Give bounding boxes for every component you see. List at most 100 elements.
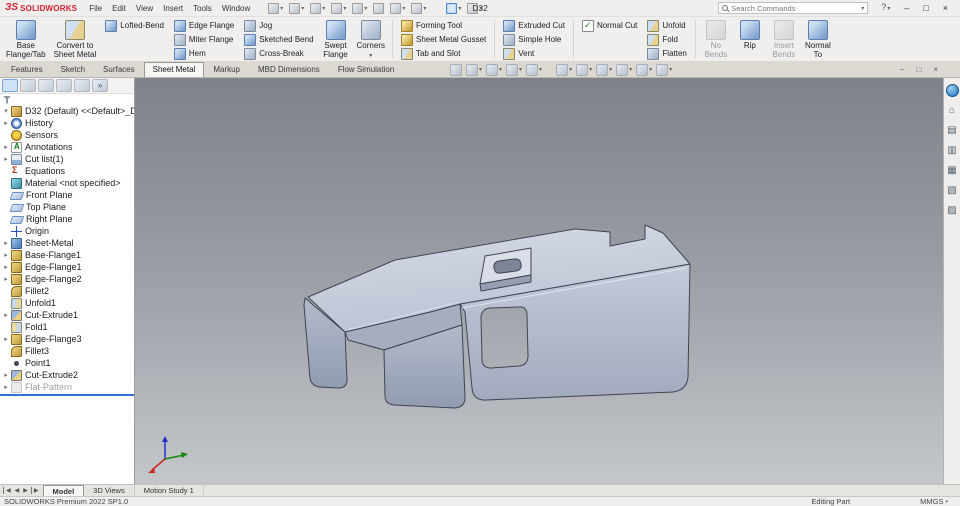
edge-flange-button[interactable]: Edge Flange bbox=[171, 19, 237, 32]
zoom-area-icon[interactable] bbox=[466, 63, 482, 76]
open-doc-icon[interactable] bbox=[289, 2, 304, 14]
bottom-tab[interactable]: 3D Views bbox=[84, 485, 135, 496]
filter-funnel-icon[interactable] bbox=[3, 95, 11, 104]
corners-button[interactable]: Corners bbox=[353, 18, 389, 62]
doc-restore-icon[interactable]: □ bbox=[912, 62, 925, 77]
insert-bends-button[interactable]: Insert Bends bbox=[767, 18, 801, 61]
bottom-tab[interactable]: Model bbox=[42, 485, 85, 496]
command-tab[interactable]: Sketch bbox=[52, 62, 94, 77]
expand-arrow-icon[interactable] bbox=[2, 119, 10, 127]
flatten-button[interactable]: Flatten bbox=[644, 47, 689, 60]
sheet-metal-part[interactable] bbox=[135, 78, 943, 484]
feature-tree-item[interactable]: Annotations bbox=[0, 141, 134, 153]
close-icon[interactable]: × bbox=[936, 0, 955, 16]
bottom-tab[interactable]: Motion Study 1 bbox=[135, 485, 204, 496]
view-settings-icon[interactable] bbox=[656, 63, 672, 76]
help-icon[interactable]: ? bbox=[874, 0, 897, 17]
menu-item[interactable]: Insert bbox=[158, 2, 188, 15]
feature-tree-item[interactable]: Point1 bbox=[0, 357, 134, 369]
minimize-icon[interactable]: – bbox=[897, 0, 916, 16]
hem-button[interactable]: Hem bbox=[171, 47, 237, 60]
search-dropdown-icon[interactable]: ▾ bbox=[861, 5, 864, 12]
forming-tool-button[interactable]: Forming Tool bbox=[398, 19, 489, 32]
menu-item[interactable]: Edit bbox=[107, 2, 131, 15]
extruded-cut-button[interactable]: Extruded Cut bbox=[500, 19, 568, 32]
feature-tree-item[interactable]: Fillet3 bbox=[0, 345, 134, 357]
feature-tree-item[interactable]: Edge-Flange2 bbox=[0, 273, 134, 285]
base-flange-button[interactable]: Base Flange/Tab bbox=[2, 18, 50, 61]
menu-item[interactable]: Tools bbox=[188, 2, 217, 15]
feature-tree-item[interactable]: Cut-Extrude2 bbox=[0, 369, 134, 381]
command-tab[interactable]: Sheet Metal bbox=[143, 62, 205, 77]
command-tab[interactable]: Markup bbox=[204, 62, 249, 77]
home-icon[interactable]: ⌂ bbox=[946, 104, 959, 117]
expand-arrow-icon[interactable] bbox=[2, 335, 10, 343]
save-icon[interactable] bbox=[310, 2, 325, 14]
display-style-icon[interactable] bbox=[576, 63, 592, 76]
lofted-bend-button[interactable]: Lofted-Bend bbox=[102, 19, 167, 32]
options-icon[interactable] bbox=[411, 2, 426, 14]
feature-tree-item[interactable]: Top Plane bbox=[0, 201, 134, 213]
doc-minimize-icon[interactable]: – bbox=[896, 62, 908, 77]
doc-close-icon[interactable]: × bbox=[929, 62, 942, 77]
configurationmanager-tab-icon[interactable] bbox=[38, 79, 54, 92]
expand-arrow-icon[interactable] bbox=[2, 107, 10, 115]
file-explorer-icon[interactable]: ▥ bbox=[946, 144, 959, 157]
dynamic-annotation-icon[interactable] bbox=[526, 63, 542, 76]
design-library-icon[interactable]: ▤ bbox=[946, 124, 959, 137]
cross-break-button[interactable]: Cross-Break bbox=[241, 47, 316, 60]
edit-appearance-icon[interactable] bbox=[616, 63, 632, 76]
feature-tree-item[interactable]: Right Plane bbox=[0, 213, 134, 225]
view-palette-icon[interactable]: ▦ bbox=[946, 164, 959, 177]
jog-button[interactable]: Jog bbox=[241, 19, 316, 32]
maximize-icon[interactable]: □ bbox=[916, 0, 935, 16]
select-tool-icon[interactable] bbox=[446, 2, 461, 14]
custom-properties-icon[interactable]: ▨ bbox=[946, 204, 959, 217]
expand-arrow-icon[interactable] bbox=[2, 143, 10, 151]
print-icon[interactable] bbox=[331, 2, 346, 14]
sketched-bend-button[interactable]: Sketched Bend bbox=[241, 33, 316, 46]
search-commands-box[interactable]: ▾ bbox=[718, 2, 869, 14]
solidworks-resources-icon[interactable] bbox=[945, 84, 959, 97]
normal-cut-button[interactable]: Normal Cut bbox=[579, 19, 640, 32]
sheet-metal-gusset-button[interactable]: Sheet Metal Gusset bbox=[398, 33, 489, 46]
feature-tree-root[interactable]: D32 (Default) <<Default>_Display St bbox=[0, 105, 134, 117]
corners-dropdown-icon[interactable] bbox=[369, 50, 372, 59]
fold-button[interactable]: Fold bbox=[644, 33, 689, 46]
feature-tree-item[interactable]: Cut-Extrude1 bbox=[0, 309, 134, 321]
undo-icon[interactable] bbox=[352, 2, 367, 14]
new-doc-icon[interactable] bbox=[268, 2, 283, 14]
redo-icon[interactable] bbox=[373, 2, 385, 14]
convert-to-sheet-metal-button[interactable]: Convert to Sheet Metal bbox=[50, 18, 101, 61]
normal-to-button[interactable]: Normal To bbox=[801, 18, 835, 61]
section-view-icon[interactable] bbox=[506, 63, 522, 76]
feature-tree-item[interactable]: Fillet2 bbox=[0, 285, 134, 297]
expand-arrow-icon[interactable] bbox=[2, 275, 10, 283]
feature-tree-item[interactable]: Equations bbox=[0, 165, 134, 177]
expand-arrow-icon[interactable] bbox=[2, 371, 10, 379]
units-selector[interactable]: MMGS ▾ bbox=[920, 497, 948, 506]
command-tab[interactable]: Flow Simulation bbox=[329, 62, 403, 77]
swept-flange-button[interactable]: Swept Flange bbox=[319, 18, 353, 61]
previous-view-icon[interactable] bbox=[486, 63, 502, 76]
simple-hole-button[interactable]: Simple Hole bbox=[500, 33, 568, 46]
expand-arrow-icon[interactable] bbox=[2, 263, 10, 271]
feature-tree-item[interactable]: Cut list(1) bbox=[0, 153, 134, 165]
feature-tree-item[interactable]: Edge-Flange3 bbox=[0, 333, 134, 345]
rollback-bar[interactable] bbox=[0, 394, 134, 396]
hide-show-items-icon[interactable] bbox=[596, 63, 612, 76]
feature-tree-item[interactable]: Sensors bbox=[0, 129, 134, 141]
miter-flange-button[interactable]: Miter Flange bbox=[171, 33, 237, 46]
feature-tree-item[interactable]: Flat-Pattern bbox=[0, 381, 134, 393]
apply-scene-icon[interactable] bbox=[636, 63, 652, 76]
feature-tree-item[interactable]: Fold1 bbox=[0, 321, 134, 333]
no-bends-button[interactable]: No Bends bbox=[699, 18, 733, 61]
expand-arrow-icon[interactable] bbox=[2, 155, 10, 163]
command-tab[interactable]: Surfaces bbox=[94, 62, 144, 77]
featuremanager-tab-icon[interactable] bbox=[2, 79, 18, 92]
command-tab[interactable]: Features bbox=[2, 62, 52, 77]
feature-tree-item[interactable]: Unfold1 bbox=[0, 297, 134, 309]
expand-arrow-icon[interactable] bbox=[2, 311, 10, 319]
part-geometry[interactable] bbox=[303, 224, 691, 409]
feature-tree-item[interactable]: History bbox=[0, 117, 134, 129]
